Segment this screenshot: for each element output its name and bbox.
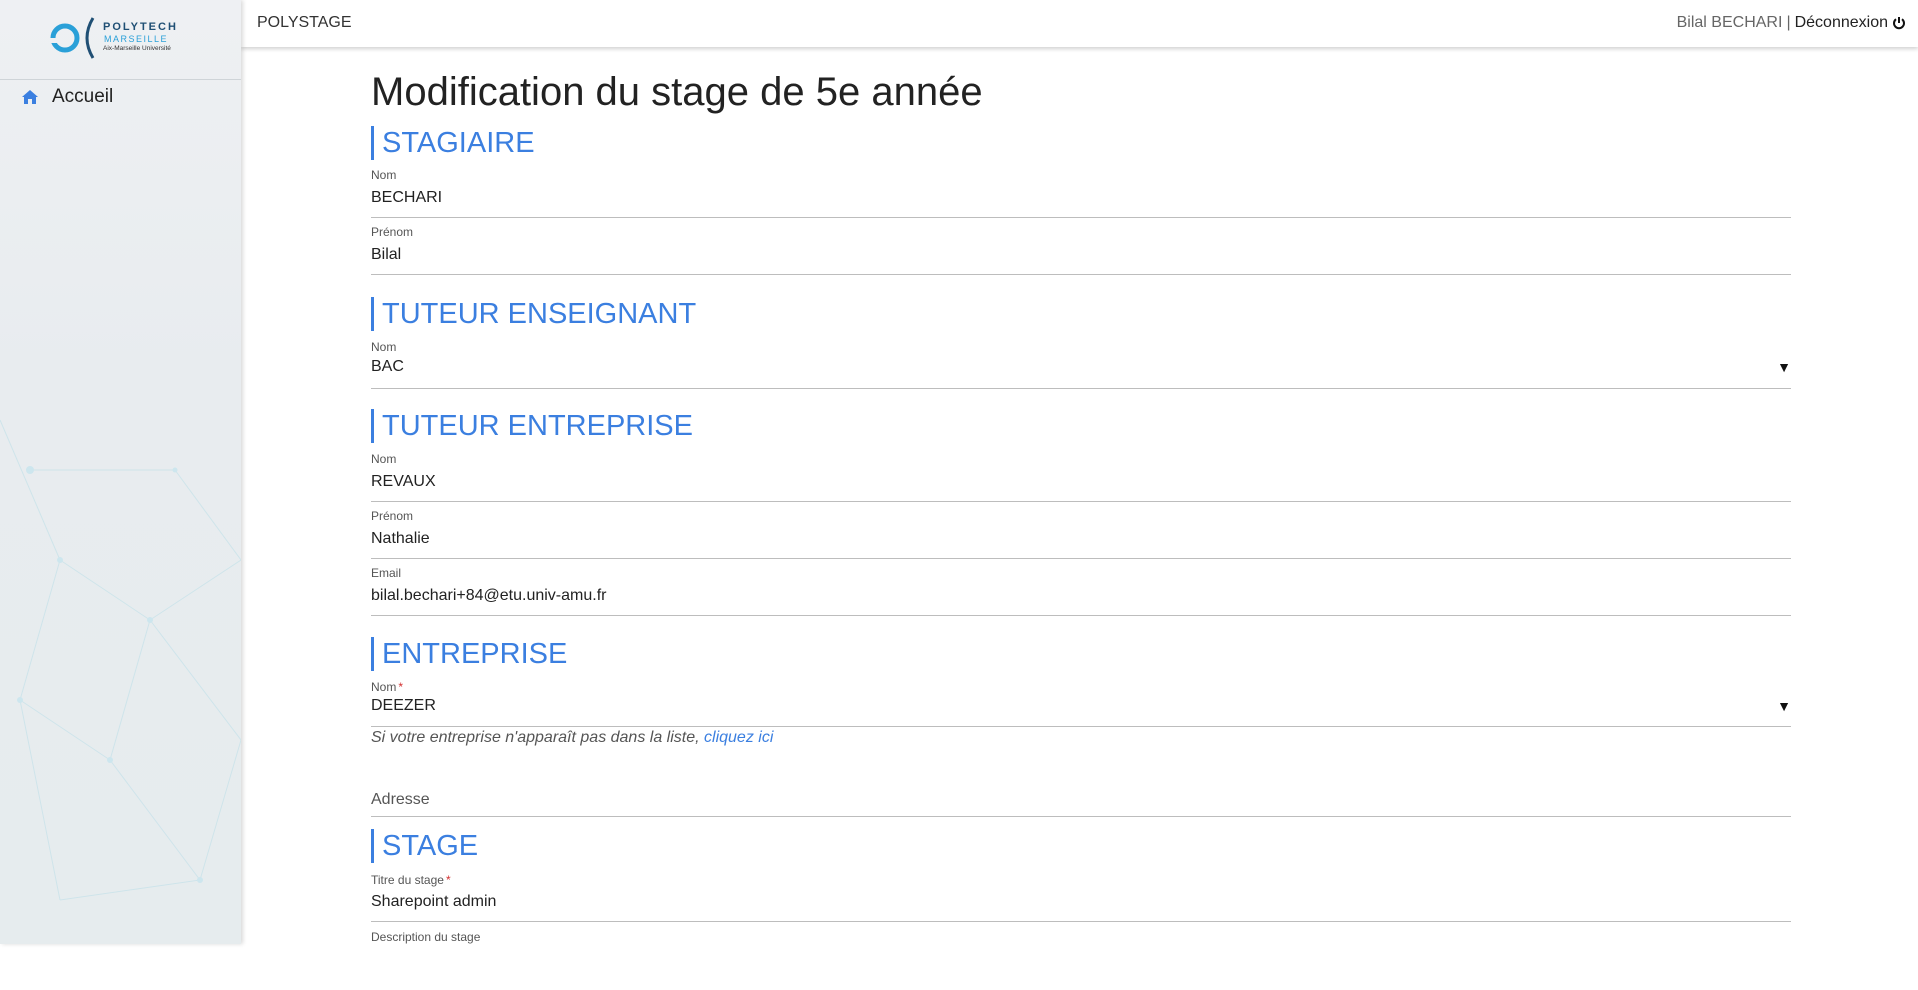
field-label: Nom	[371, 340, 397, 354]
add-company-link[interactable]: cliquez ici	[704, 729, 773, 746]
field-label-text: Titre du stage	[371, 873, 444, 887]
stagiaire-prenom-input[interactable]	[371, 246, 1771, 264]
required-mark: *	[445, 873, 451, 887]
stagiaire-prenom-field: Prénom	[371, 225, 1791, 275]
field-label-text: Nom	[371, 680, 397, 694]
power-icon	[1893, 17, 1905, 30]
stagiaire-nom-field: Nom	[371, 168, 1791, 218]
section-heading-tuteur-entreprise: TUTEUR ENTREPRISE	[371, 409, 693, 443]
polytech-logo-mark-icon	[50, 17, 95, 59]
section-heading-stage: STAGE	[371, 829, 478, 863]
dropdown-arrow-icon: ▼	[1777, 359, 1791, 375]
stage-titre-field: Titre du stage *	[371, 873, 1791, 922]
field-label: Nom	[371, 168, 397, 182]
header-separator: |	[1786, 14, 1791, 31]
field-label: Nom	[371, 452, 397, 466]
sidebar: POLYTECH MARSEILLE Aix-Marseille Univers…	[0, 0, 241, 944]
home-icon	[22, 90, 38, 104]
field-label: Description du stage	[371, 930, 481, 944]
tuteur-entreprise-prenom-field: Prénom	[371, 509, 1791, 559]
select-value: DEEZER	[371, 697, 436, 714]
sidebar-item-label: Accueil	[52, 86, 114, 107]
tuteur-entreprise-email-field: Email	[371, 566, 1791, 616]
user-name: Bilal BECHARI	[1676, 14, 1783, 31]
network-background-decoration	[0, 419, 241, 901]
logo-city-text: MARSEILLE	[104, 34, 169, 44]
tuteur-enseignant-nom-select[interactable]: Nom BAC ▼	[371, 340, 1791, 389]
select-value: BAC	[371, 358, 404, 375]
tuteur-entreprise-nom-field: Nom	[371, 452, 1791, 502]
section-heading-stagiaire: STAGIAIRE	[371, 126, 535, 160]
required-mark: *	[398, 680, 404, 694]
sidebar-divider	[0, 79, 241, 80]
top-header: POLYSTAGE Bilal BECHARI | Déconnexion	[241, 0, 1918, 47]
stagiaire-nom-input[interactable]	[371, 189, 1771, 207]
dropdown-arrow-icon: ▼	[1777, 698, 1791, 714]
field-label: Titre du stage *	[371, 873, 451, 887]
stage-description-field: Description du stage	[371, 930, 1791, 990]
field-label: Prénom	[371, 509, 414, 523]
tuteur-entreprise-prenom-input[interactable]	[371, 530, 1771, 548]
sidebar-item-accueil[interactable]: Accueil	[20, 84, 113, 110]
section-heading-tuteur-enseignant: TUTEUR ENSEIGNANT	[371, 297, 696, 331]
entreprise-nom-select[interactable]: Nom * DEEZER ▼	[371, 680, 1791, 727]
entreprise-hint: Si votre entreprise n'apparaît pas dans …	[371, 729, 773, 747]
adresse-input[interactable]	[371, 791, 1771, 809]
stage-titre-input[interactable]	[371, 893, 1771, 911]
logout-label: Déconnexion	[1794, 14, 1888, 31]
tuteur-entreprise-email-input[interactable]	[371, 587, 1771, 605]
app-title[interactable]: POLYSTAGE	[257, 14, 352, 32]
field-label: Email	[371, 566, 402, 580]
tuteur-entreprise-nom-input[interactable]	[371, 473, 1771, 491]
polytech-logo[interactable]: POLYTECH MARSEILLE Aix-Marseille Univers…	[47, 14, 197, 62]
field-label: Prénom	[371, 225, 414, 239]
entreprise-adresse-field	[371, 776, 1791, 817]
logo-brand-text: POLYTECH	[103, 21, 178, 33]
page-title: Modification du stage de 5e année	[371, 70, 983, 114]
section-heading-entreprise: ENTREPRISE	[371, 637, 567, 671]
hint-text: Si votre entreprise n'apparaît pas dans …	[371, 729, 705, 746]
logo-university-text: Aix-Marseille Université	[103, 45, 171, 52]
field-label: Nom *	[371, 680, 403, 694]
user-area: Bilal BECHARI | Déconnexion	[1677, 14, 1906, 32]
logout-button[interactable]: Déconnexion	[1795, 14, 1906, 32]
